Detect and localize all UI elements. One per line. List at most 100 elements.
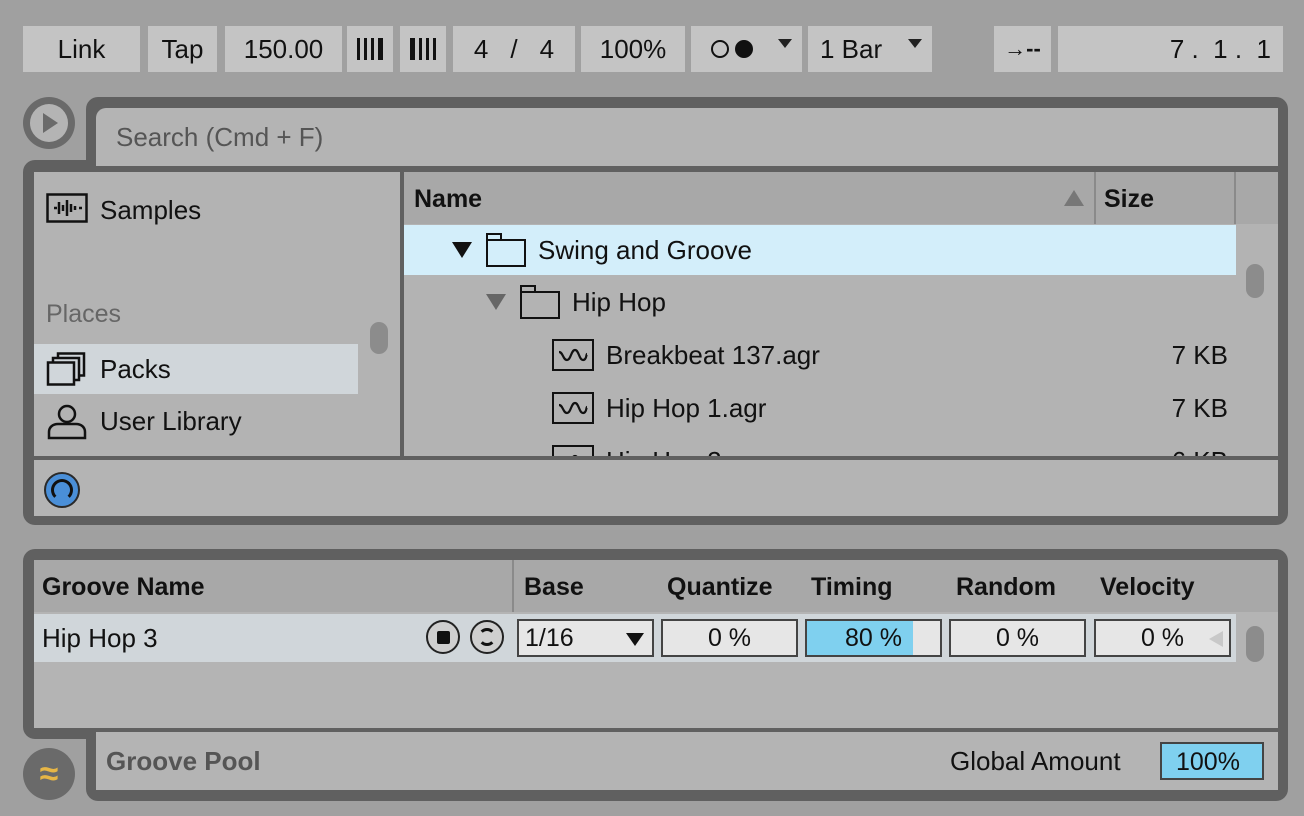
groove-name: Hip Hop 3 [42,623,158,653]
groove-file-icon [552,445,594,456]
nudge-down-button[interactable] [347,26,393,72]
timing-slider[interactable]: 80 % [805,619,942,657]
search-input[interactable]: Search (Cmd + F) [96,108,1278,166]
column-divider[interactable] [1234,172,1236,224]
file-row[interactable]: Hip Hop 2.agr 6 KB [404,436,1236,456]
file-name: Breakbeat 137.agr [606,339,820,370]
save-icon[interactable] [426,620,460,654]
groove-row[interactable]: Hip Hop 3 1/16 0 % 80 % 0 % 0 % [34,614,1236,662]
velocity-slider[interactable]: 0 % [1094,619,1231,657]
quantize-dropdown[interactable]: 1 Bar [808,26,932,72]
groove-pool-toggle-button[interactable]: ≈ [23,748,75,800]
sidebar-scrollbar[interactable] [370,322,388,354]
user-icon [46,404,92,440]
refresh-icon[interactable] [470,620,504,654]
zoom-field[interactable]: 100% [581,26,685,72]
sidebar-item-samples[interactable]: Samples [34,185,358,235]
file-list-scrollbar[interactable] [1246,264,1264,298]
sidebar-item-label: User Library [100,405,242,436]
random-slider[interactable]: 0 % [949,619,1086,657]
tempo-field[interactable]: 150.00 [225,26,342,72]
tap-button[interactable]: Tap [148,26,217,72]
file-row[interactable]: Breakbeat 137.agr 7 KB [404,330,1236,380]
file-row-folder[interactable]: Hip Hop [404,277,1236,327]
browser-footer [34,460,1278,516]
folder-icon [486,233,526,267]
time-signature-field[interactable]: 4 / 4 [453,26,575,72]
sidebar-item-label: Packs [100,353,171,384]
groove-pool-title: Groove Pool [106,746,261,776]
column-divider[interactable] [1094,172,1096,224]
nudge-up-button[interactable] [400,26,446,72]
column-header-size[interactable]: Size [1104,185,1154,214]
sidebar-item-packs[interactable]: Packs [34,344,358,394]
file-list-header: Name Size [404,172,1278,224]
column-header-timing: Timing [811,573,893,601]
file-name: Hip Hop 1.agr [606,392,767,423]
tap-label: Tap [161,33,204,64]
file-list: Name Size Swing and Groove Hip Hop Break… [404,172,1278,456]
sidebar-item-label: Samples [100,194,202,225]
browser-sidebar: Samples Places Packs User Library [34,172,400,456]
places-heading: Places [46,300,122,328]
waveform-icon [46,193,92,227]
signature-denominator: 4 [539,33,555,64]
quantize-slider[interactable]: 0 % [661,619,798,657]
signature-separator: / [510,33,518,64]
sidebar-item-user-library[interactable]: User Library [34,396,358,446]
global-amount-label: Global Amount [950,746,1121,776]
file-size: 7 KB [1171,339,1228,370]
groove-pool-footer: Groove Pool Global Amount 100% [96,732,1278,790]
search-placeholder: Search (Cmd + F) [116,121,324,152]
link-button[interactable]: Link [23,26,140,72]
file-name: Swing and Groove [538,234,752,265]
file-name: Hip Hop [572,286,666,317]
browser-toggle-button[interactable] [23,97,75,149]
column-header-groove-name: Groove Name [42,573,205,601]
global-amount-slider[interactable]: 100% [1160,742,1264,780]
disclosure-triangle-icon[interactable] [486,294,506,310]
follow-icon: →-- [1004,36,1041,61]
song-position-field[interactable]: 7 . 1 . 1 [1058,26,1283,72]
zoom-value: 100% [599,33,667,64]
packs-icon [46,352,92,386]
nudge-down-icon [357,38,383,60]
play-icon [30,104,68,142]
song-position-value: 7 . 1 . 1 [1169,33,1271,64]
column-header-name[interactable]: Name [414,185,482,214]
column-header-random: Random [956,573,1056,601]
nudge-up-icon [410,38,436,60]
groove-pool-header: Groove Name Base Quantize Timing Random … [34,560,1278,612]
folder-icon [520,285,560,319]
random-value: 0 % [995,623,1040,652]
quantize-value: 1 Bar [820,33,883,64]
chevron-down-icon [778,39,792,48]
file-row[interactable]: Hip Hop 1.agr 7 KB [404,383,1236,433]
file-row-folder[interactable]: Swing and Groove [404,225,1236,275]
metronome-dropdown[interactable] [691,26,802,72]
signature-numerator: 4 [473,33,489,64]
velocity-marker-icon [1209,631,1223,647]
groove-file-icon [552,392,594,424]
column-header-quantize: Quantize [667,573,773,601]
link-label: Link [57,33,106,64]
timing-value: 80 % [845,623,902,652]
groove-wave-icon: ≈ [39,755,59,793]
column-header-base: Base [524,573,584,601]
column-header-velocity: Velocity [1100,573,1195,601]
velocity-value: 0 % [1140,623,1185,652]
disclosure-triangle-icon[interactable] [452,242,472,258]
file-size: 7 KB [1171,392,1228,423]
groove-pool-list: Hip Hop 3 1/16 0 % 80 % 0 % 0 % [34,612,1278,728]
file-name: Hip Hop 2.agr [606,446,766,457]
column-divider[interactable] [512,560,514,612]
headphones-preview-icon[interactable] [44,472,80,508]
base-dropdown[interactable]: 1/16 [517,619,654,657]
groove-pool-scrollbar[interactable] [1246,626,1264,662]
groove-file-icon [552,339,594,371]
base-value: 1/16 [525,623,574,652]
sort-ascending-icon [1064,190,1084,206]
follow-button[interactable]: →-- [994,26,1051,72]
global-amount-value: 100% [1176,748,1240,776]
quantize-value: 0 % [707,623,752,652]
